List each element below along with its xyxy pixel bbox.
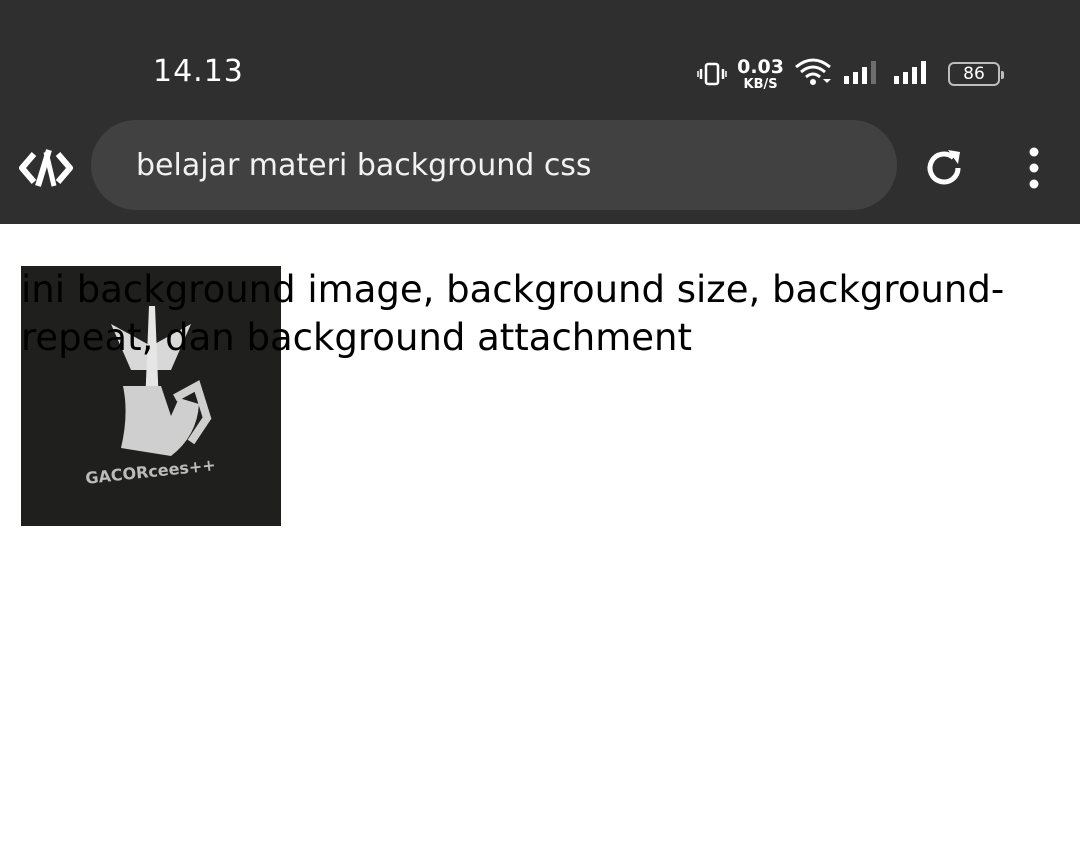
status-time: 14.13 xyxy=(153,54,244,89)
signal-icon xyxy=(892,58,932,91)
battery-level: 86 xyxy=(963,64,985,84)
background-image-logo-text: GACORcees++ xyxy=(84,455,216,488)
status-icons: 0.03 KB/S 86 xyxy=(697,54,1004,94)
network-speed: 0.03 KB/S xyxy=(737,55,784,92)
address-bar[interactable]: belajar materi background css xyxy=(91,120,897,210)
more-vert-icon[interactable] xyxy=(1018,144,1050,192)
signal-icon xyxy=(842,58,882,91)
wifi-icon xyxy=(794,57,832,92)
reload-icon[interactable] xyxy=(920,144,968,192)
vibrate-icon xyxy=(697,60,727,88)
address-bar-text[interactable]: belajar materi background css xyxy=(136,148,592,183)
page-content: GACORcees++ ini background image, backgr… xyxy=(0,224,1080,858)
battery-icon: 86 xyxy=(948,62,1004,86)
status-bar: 14.13 0.03 KB/S 86 xyxy=(0,0,1080,120)
page-body-text: ini background image, background size, b… xyxy=(21,268,1005,359)
code-icon[interactable] xyxy=(18,146,74,190)
network-speed-value: 0.03 xyxy=(737,55,784,78)
network-speed-unit: KB/S xyxy=(743,76,778,92)
browser-toolbar: belajar materi background css xyxy=(0,120,1080,224)
